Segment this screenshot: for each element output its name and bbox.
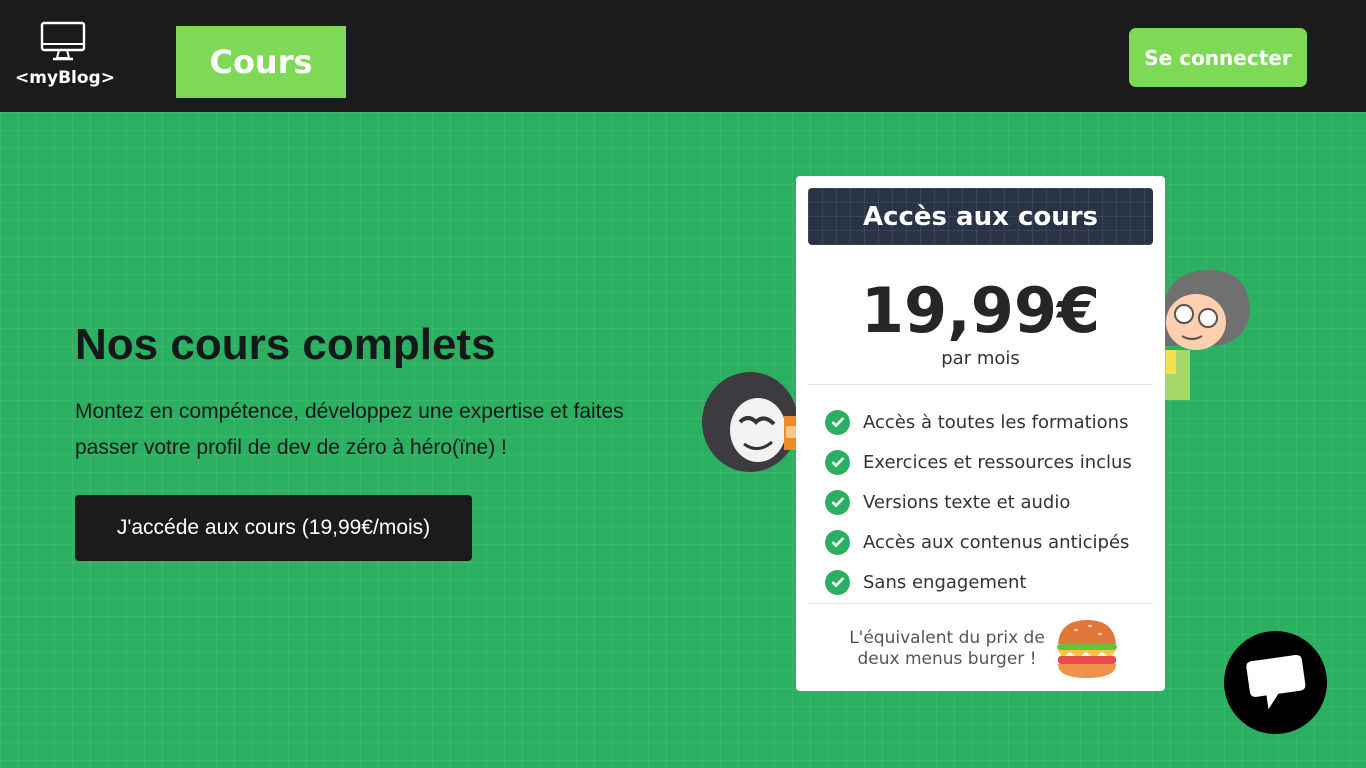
chat-bubble-icon [1245,654,1305,709]
chat-button[interactable] [1224,631,1327,734]
feature-item: Versions texte et audio [825,482,1155,522]
features-list: Accès à toutes les formations Exercices … [825,402,1155,602]
monitor-icon [40,21,86,61]
pricing-card-heading: Accès aux cours [808,188,1153,245]
feature-label: Exercices et ressources inclus [863,451,1132,473]
feature-item: Sans engagement [825,562,1155,602]
site-logo[interactable]: <myBlog> [15,20,118,102]
feature-item: Accès aux contenus anticipés [825,522,1155,562]
glasses-character-illustration [1158,270,1250,400]
hero-subtitle: Montez en compétence, développez une exp… [75,400,624,459]
price-value: 19,99€ [860,274,1101,347]
feature-label: Versions texte et audio [863,491,1071,513]
pricing-footnote: L'équivalent du prix de deux menus burge… [849,628,1045,669]
burger-icon [1057,620,1117,678]
hero-title: Nos cours complets [75,320,496,369]
hooded-character-illustration [702,372,804,472]
feature-label: Accès aux contenus anticipés [863,531,1130,553]
check-icon [825,569,850,595]
feature-item: Accès à toutes les formations [825,402,1155,442]
logo-text: <myBlog> [15,68,115,88]
check-icon [825,409,850,435]
top-navbar: <myBlog> Cours Se connecter [0,0,1366,112]
login-button[interactable]: Se connecter [1129,28,1307,87]
pricing-card: Accès aux cours 19,99€ par mois Accès à … [796,176,1165,691]
check-icon [825,489,850,515]
hero-section: Nos cours complets Montez en compétence,… [0,112,1366,768]
check-icon [825,449,850,475]
check-icon [825,529,850,555]
pricing-divider-top [808,384,1153,385]
feature-item: Exercices et ressources inclus [825,442,1155,482]
access-courses-button[interactable]: J'accéde aux cours (19,99€/mois) [75,495,472,561]
price-period: par mois [941,348,1020,369]
nav-cours-button[interactable]: Cours [176,26,346,98]
pricing-divider-bottom [808,603,1153,604]
feature-label: Sans engagement [863,571,1027,593]
feature-label: Accès à toutes les formations [863,411,1129,433]
